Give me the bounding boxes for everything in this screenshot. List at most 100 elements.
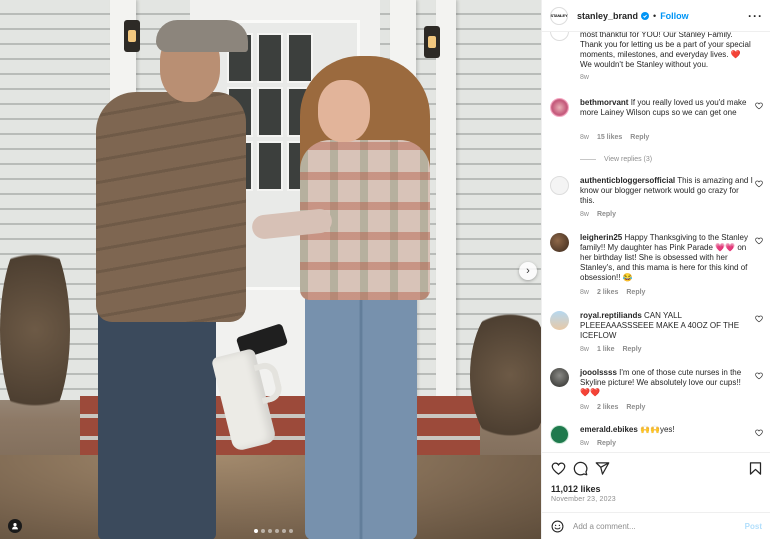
- timestamp: 8w: [580, 74, 589, 81]
- carousel-dots: [254, 529, 293, 533]
- heart-icon[interactable]: [755, 237, 763, 245]
- reply-button[interactable]: Reply: [622, 346, 641, 353]
- carousel-dot: [275, 529, 279, 533]
- carousel-dot: [282, 529, 286, 533]
- avatar[interactable]: [550, 233, 569, 252]
- heart-icon[interactable]: [755, 429, 763, 437]
- like-count[interactable]: 15 likes: [597, 134, 622, 141]
- heart-icon[interactable]: [551, 461, 566, 476]
- heart-emoji: ❤️: [730, 50, 741, 59]
- comment-username[interactable]: authenticbloggersofficial: [580, 176, 675, 185]
- comment-username[interactable]: bethmorvant: [580, 98, 628, 107]
- timestamp: 8w: [580, 289, 589, 296]
- man-cap: [156, 20, 248, 52]
- caption-text: most thankful for YOU! Our Stanley Famil…: [580, 32, 751, 69]
- comment-text: leigherin25 Happy Thanksgiving to the St…: [580, 233, 748, 282]
- comment-text: emerald.ebikes 🙌🙌yes!: [580, 425, 675, 434]
- comment-text: bethmorvant If you really loved us you'd…: [580, 98, 747, 117]
- verified-badge-icon: [641, 11, 650, 20]
- reply-button[interactable]: Reply: [626, 404, 645, 411]
- timestamp: 8w: [580, 404, 589, 411]
- bookmark-icon[interactable]: [748, 461, 763, 476]
- like-count[interactable]: 2 likes: [597, 404, 618, 411]
- avatar[interactable]: [550, 425, 569, 444]
- timestamp: 8w: [580, 211, 589, 218]
- timestamp: 8w: [580, 346, 589, 353]
- carousel-dot: [254, 529, 258, 533]
- avatar[interactable]: [550, 311, 569, 330]
- red-heart-emoji: ❤️❤️: [580, 388, 600, 397]
- reply-button[interactable]: Reply: [630, 134, 649, 141]
- comment-meta: 8w 1 like Reply: [580, 346, 642, 353]
- reply-button[interactable]: Reply: [597, 440, 616, 447]
- avatar[interactable]: [550, 98, 569, 117]
- timestamp: 8w: [580, 440, 589, 447]
- porch-column-far-right: [436, 0, 456, 400]
- timestamp: 8w: [580, 134, 589, 141]
- more-icon[interactable]: ···: [748, 9, 763, 23]
- divider: [580, 159, 596, 160]
- user-tag-button[interactable]: [8, 519, 22, 533]
- follow-button[interactable]: Follow: [660, 11, 689, 21]
- post-sidebar: STANLEY stanley_brand • Follow ··· most …: [541, 0, 770, 539]
- comment-meta: 8w Reply: [580, 211, 616, 218]
- comments-list[interactable]: most thankful for YOU! Our Stanley Famil…: [542, 32, 770, 450]
- emoji-icon[interactable]: [551, 520, 564, 533]
- comment-text: jooolssss I'm one of those cute nurses i…: [580, 368, 742, 397]
- heart-icon[interactable]: [755, 372, 763, 380]
- carousel-dot: [268, 529, 272, 533]
- heart-icon[interactable]: [755, 180, 763, 188]
- share-icon[interactable]: [595, 461, 610, 476]
- user-tag-icon: [12, 523, 18, 530]
- avatar[interactable]: STANLEY: [550, 6, 568, 25]
- woman-face: [318, 80, 370, 142]
- porch-lamp-left: [124, 20, 140, 52]
- reply-button[interactable]: Reply: [597, 211, 616, 218]
- comment-icon[interactable]: [573, 461, 588, 476]
- bush-right: [470, 300, 541, 450]
- heart-icon[interactable]: [755, 315, 763, 323]
- laughing-emoji: 😂: [622, 273, 633, 282]
- man-jacket: [96, 92, 246, 322]
- add-comment-bar: Post: [542, 512, 770, 539]
- like-count[interactable]: 1 like: [597, 346, 615, 353]
- post-actions: [542, 452, 770, 484]
- caption-meta: 8w: [580, 74, 589, 81]
- reply-button[interactable]: Reply: [626, 289, 645, 296]
- comment-meta: 8w 15 likes Reply: [580, 134, 649, 141]
- comment-text: authenticbloggersofficial This is amazin…: [580, 176, 753, 205]
- comment-input[interactable]: [573, 521, 733, 531]
- brand-logo: STANLEY: [550, 13, 568, 18]
- comment-meta: 8w Reply: [580, 440, 616, 447]
- comment-username[interactable]: royal.reptiliands: [580, 311, 642, 320]
- avatar: [550, 32, 569, 41]
- like-count[interactable]: 11,012 likes: [551, 484, 601, 494]
- carousel-next-button[interactable]: ›: [519, 262, 537, 280]
- post-comment-button[interactable]: Post: [745, 522, 762, 531]
- username-link[interactable]: stanley_brand: [577, 11, 638, 21]
- heart-icon[interactable]: [755, 102, 763, 110]
- comment-text: royal.reptiliands CAN YALL PLEEEAAASSSEE…: [580, 311, 740, 340]
- pink-heart-emoji: 💗💗: [715, 243, 736, 252]
- ground: [0, 455, 541, 539]
- post-header: STANLEY stanley_brand • Follow ···: [542, 0, 770, 32]
- bush-left: [0, 230, 70, 430]
- raised-hands-emoji: 🙌🙌: [640, 425, 660, 434]
- chevron-right-icon: ›: [526, 265, 530, 277]
- post-photo[interactable]: ›: [0, 0, 541, 539]
- carousel-dot: [289, 529, 293, 533]
- view-replies-button[interactable]: View replies (3): [580, 156, 652, 163]
- comment-username[interactable]: emerald.ebikes: [580, 425, 638, 434]
- like-count[interactable]: 2 likes: [597, 289, 618, 296]
- porch-lamp-right: [424, 26, 440, 58]
- avatar[interactable]: [550, 176, 569, 195]
- avatar[interactable]: [550, 368, 569, 387]
- man-jeans: [98, 300, 216, 539]
- comment-username[interactable]: leigherin25: [580, 233, 622, 242]
- comment-meta: 8w 2 likes Reply: [580, 404, 645, 411]
- woman-jeans: [305, 288, 417, 539]
- carousel-dot: [261, 529, 265, 533]
- comment-username[interactable]: jooolssss: [580, 368, 617, 377]
- separator: •: [653, 10, 657, 21]
- post-date: November 23, 2023: [551, 496, 616, 503]
